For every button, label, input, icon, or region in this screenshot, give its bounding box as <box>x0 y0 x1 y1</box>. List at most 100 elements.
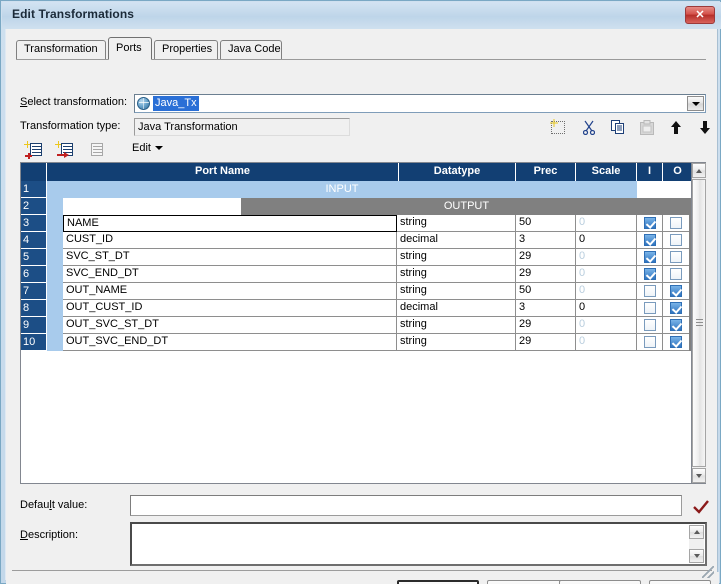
title-bar[interactable]: Edit Transformations ✕ <box>2 2 721 29</box>
cell-datatype[interactable]: string <box>397 317 516 334</box>
cell-output-flag[interactable] <box>663 215 689 232</box>
cell-datatype[interactable]: string <box>397 249 516 266</box>
cell-port-name[interactable]: SVC_ST_DT <box>63 249 397 266</box>
row-number[interactable]: 10 <box>21 334 47 351</box>
input-checkbox[interactable] <box>643 251 656 263</box>
cell-prec[interactable]: 29 <box>516 249 576 266</box>
move-up-button[interactable] <box>666 118 686 137</box>
cell-output-flag[interactable] <box>663 266 689 283</box>
cell-scale[interactable]: 0 <box>576 249 637 266</box>
group-row-input[interactable]: 1 INPUT <box>21 181 692 198</box>
cell-scale[interactable]: 0 <box>576 300 637 317</box>
description-scroll-up-button[interactable] <box>689 525 704 539</box>
cell-datatype[interactable]: string <box>397 266 516 283</box>
input-checkbox[interactable] <box>643 285 656 297</box>
cell-output-flag[interactable] <box>663 232 689 249</box>
tab-properties[interactable]: Properties <box>154 40 218 59</box>
cell-datatype[interactable]: string <box>397 215 516 232</box>
row-selector[interactable] <box>47 232 63 249</box>
cell-port-name[interactable]: SVC_END_DT <box>63 266 397 283</box>
cell-datatype[interactable]: decimal <box>397 300 516 317</box>
group-name-editor[interactable] <box>63 198 241 215</box>
cell-port-name[interactable]: OUT_NAME <box>63 283 397 300</box>
cell-input-flag[interactable] <box>637 283 663 300</box>
tab-transformation[interactable]: Transformation <box>16 40 106 59</box>
cell-scale[interactable]: 0 <box>576 317 637 334</box>
table-row[interactable]: 9 OUT_SVC_ST_DT string 29 0 <box>21 317 692 334</box>
cell-input-flag[interactable] <box>637 334 663 351</box>
row-number[interactable]: 7 <box>21 283 47 300</box>
cell-input-flag[interactable] <box>637 300 663 317</box>
row-selector[interactable] <box>47 317 63 334</box>
row-selector[interactable] <box>47 283 63 300</box>
cell-prec[interactable]: 3 <box>516 232 576 249</box>
resize-grip-icon[interactable] <box>702 566 714 578</box>
cut-button[interactable] <box>579 118 599 137</box>
close-button[interactable]: ✕ <box>685 6 715 24</box>
cell-datatype[interactable]: decimal <box>397 232 516 249</box>
row-selector[interactable] <box>47 215 63 232</box>
cell-prec[interactable]: 29 <box>516 317 576 334</box>
combo-dropdown-button[interactable] <box>687 96 704 111</box>
select-transformation-combo[interactable]: Java_Tx <box>134 94 706 113</box>
cell-scale[interactable]: 0 <box>576 334 637 351</box>
cell-input-flag[interactable] <box>637 249 663 266</box>
description-textarea[interactable] <box>130 522 707 566</box>
table-row[interactable]: 6 SVC_END_DT string 29 0 <box>21 266 692 283</box>
cell-port-name[interactable]: OUT_CUST_ID <box>63 300 397 317</box>
output-checkbox[interactable] <box>670 234 682 246</box>
table-row[interactable]: 7 OUT_NAME string 50 0 <box>21 283 692 300</box>
cell-port-name[interactable]: OUT_SVC_END_DT <box>63 334 397 351</box>
output-checkbox[interactable] <box>670 251 682 263</box>
scrollbar-thumb[interactable] <box>692 179 706 467</box>
row-selector[interactable] <box>47 266 63 283</box>
scroll-down-button[interactable] <box>692 468 706 483</box>
description-scrollbar[interactable] <box>689 525 704 563</box>
table-row[interactable]: 8 OUT_CUST_ID decimal 3 0 <box>21 300 692 317</box>
cell-input-flag[interactable] <box>637 215 663 232</box>
cell-output-flag[interactable] <box>663 249 689 266</box>
cell-input-flag[interactable] <box>637 232 663 249</box>
row-number[interactable]: 1 <box>21 181 47 198</box>
validate-checkmark-icon[interactable] <box>692 499 710 515</box>
cell-scale[interactable]: 0 <box>576 232 637 249</box>
scroll-up-button[interactable] <box>692 163 706 178</box>
row-number[interactable]: 2 <box>21 198 47 215</box>
cell-output-flag[interactable] <box>663 283 689 300</box>
tab-java-code[interactable]: Java Code <box>220 40 282 59</box>
cell-input-flag[interactable] <box>637 266 663 283</box>
cell-datatype[interactable]: string <box>397 283 516 300</box>
table-row[interactable]: 5 SVC_ST_DT string 29 0 <box>21 249 692 266</box>
cell-prec[interactable]: 3 <box>516 300 576 317</box>
add-port-button[interactable] <box>20 139 46 161</box>
column-header-port-name[interactable]: Port Name <box>47 163 399 181</box>
row-number[interactable]: 9 <box>21 317 47 334</box>
column-header-prec[interactable]: Prec <box>516 163 576 181</box>
help-button[interactable]: Help <box>649 580 711 584</box>
input-checkbox[interactable] <box>643 319 656 331</box>
cell-port-name[interactable]: CUST_ID <box>63 232 397 249</box>
cell-output-flag[interactable] <box>663 300 689 317</box>
tab-ports[interactable]: Ports <box>108 37 152 60</box>
cell-datatype[interactable]: string <box>397 334 516 351</box>
output-checkbox[interactable] <box>670 285 682 297</box>
cell-scale[interactable]: 0 <box>576 266 637 283</box>
row-number[interactable]: 6 <box>21 266 47 283</box>
output-checkbox[interactable] <box>670 336 682 348</box>
table-row[interactable]: 3 NAME string 50 0 <box>21 215 692 232</box>
table-row[interactable]: 4 CUST_ID decimal 3 0 <box>21 232 692 249</box>
default-value-input[interactable] <box>130 495 682 516</box>
output-checkbox[interactable] <box>670 268 682 280</box>
select-all-button[interactable] <box>549 118 569 137</box>
cell-prec[interactable]: 50 <box>516 283 576 300</box>
description-scroll-down-button[interactable] <box>689 549 704 563</box>
row-selector[interactable] <box>47 198 63 215</box>
cell-port-name[interactable]: OUT_SVC_ST_DT <box>63 317 397 334</box>
column-header-o[interactable]: O <box>663 163 692 181</box>
input-checkbox[interactable] <box>643 234 656 246</box>
output-checkbox[interactable] <box>670 217 682 229</box>
row-selector[interactable] <box>47 334 63 351</box>
input-checkbox[interactable] <box>643 268 656 280</box>
cell-port-name[interactable]: NAME <box>63 215 397 232</box>
input-checkbox[interactable] <box>643 302 656 314</box>
